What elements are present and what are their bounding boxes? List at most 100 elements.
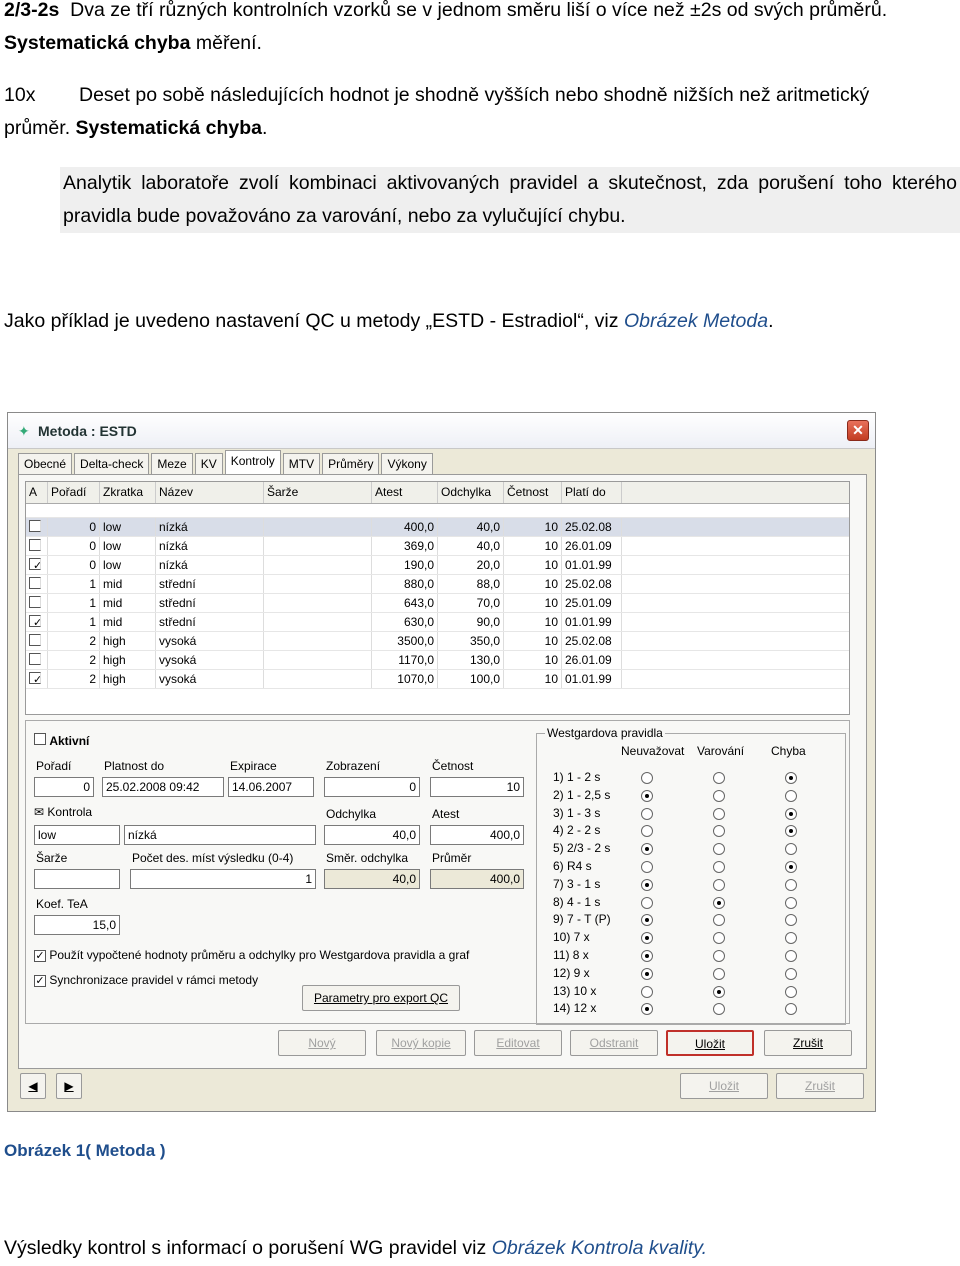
- table-row[interactable]: 1 mid střední 643,0 70,0 10 25.01.09: [26, 594, 849, 613]
- rule-radio[interactable]: [641, 861, 653, 873]
- export-qc-button[interactable]: Parametry pro export QC: [302, 985, 460, 1011]
- tab-0[interactable]: Obecné: [18, 453, 73, 475]
- rule-radio[interactable]: [785, 878, 797, 891]
- koef-field[interactable]: 15,0: [34, 915, 120, 935]
- rule-radio[interactable]: [713, 789, 725, 802]
- rule-radio[interactable]: [641, 825, 653, 838]
- table-row[interactable]: ✓ 1midstřední 630,090,01001.01.99: [26, 613, 849, 632]
- tab-7[interactable]: Výkony: [381, 453, 433, 475]
- rule-radio[interactable]: [713, 772, 725, 784]
- rule-radio[interactable]: [641, 914, 653, 927]
- rule-radio[interactable]: [713, 878, 725, 891]
- table-row[interactable]: 0 low nízká 400,0 40,0 10 25.02.08: [26, 518, 849, 537]
- column-header[interactable]: Název: [156, 482, 264, 503]
- tab-1[interactable]: Delta-check: [74, 453, 150, 475]
- active-checkbox[interactable]: ✓: [29, 558, 41, 570]
- new-copy-button[interactable]: Nový kopie: [376, 1030, 466, 1056]
- table-row[interactable]: ✓ 2highvysoká 1070,0100,01001.01.99: [26, 670, 849, 689]
- column-header[interactable]: Platí do: [562, 482, 622, 503]
- rule-radio[interactable]: [713, 861, 725, 873]
- cancel-button[interactable]: Zrušit: [764, 1030, 852, 1056]
- column-header[interactable]: Četnost: [504, 482, 562, 503]
- rule-radio[interactable]: [713, 914, 725, 927]
- aktivni-checkbox[interactable]: Aktivní: [34, 733, 89, 748]
- rule-radio[interactable]: [713, 825, 725, 838]
- rule-radio[interactable]: [641, 896, 653, 909]
- rule-radio[interactable]: [785, 985, 797, 998]
- column-header[interactable]: Odchylka: [438, 482, 504, 503]
- rule-radio[interactable]: [785, 807, 797, 820]
- sync-rules-checkbox[interactable]: ✓ Synchronizace pravidel v rámci metody: [34, 973, 258, 987]
- active-checkbox[interactable]: [29, 520, 41, 532]
- rule-radio[interactable]: [785, 843, 797, 856]
- sarze-field[interactable]: [34, 869, 120, 889]
- column-header[interactable]: Zkratka: [100, 482, 156, 503]
- pocet-field[interactable]: 1: [130, 869, 316, 889]
- expirace-field[interactable]: 14.06.2007: [228, 777, 314, 797]
- rule-radio[interactable]: [785, 789, 797, 802]
- atest-field[interactable]: 400,0: [430, 825, 524, 845]
- figure-link[interactable]: Obrázek Kontrola kvality.: [492, 1237, 707, 1259]
- rule-radio[interactable]: [641, 967, 653, 980]
- rule-radio[interactable]: [641, 950, 653, 962]
- active-checkbox[interactable]: [29, 634, 41, 646]
- table-row[interactable]: 1 mid střední 880,0 88,0 10 25.02.08: [26, 575, 849, 594]
- column-header[interactable]: A: [26, 482, 48, 503]
- use-computed-checkbox[interactable]: ✓ Použít vypočtené hodnoty průměru a odc…: [34, 948, 469, 962]
- rule-radio[interactable]: [641, 1003, 653, 1016]
- active-checkbox[interactable]: [29, 577, 41, 589]
- rule-radio[interactable]: [713, 932, 725, 945]
- rule-radio[interactable]: [641, 843, 653, 856]
- tab-6[interactable]: Průměry: [322, 453, 380, 475]
- rule-radio[interactable]: [641, 789, 653, 802]
- rule-radio[interactable]: [785, 896, 797, 909]
- cancel-button-bottom[interactable]: Zrušit: [776, 1073, 864, 1099]
- zobrazeni-field[interactable]: 0: [324, 777, 420, 797]
- active-checkbox[interactable]: ✓: [29, 672, 41, 684]
- table-row[interactable]: 0 low nízká 369,0 40,0 10 26.01.09: [26, 537, 849, 556]
- rule-radio[interactable]: [713, 843, 725, 856]
- new-button[interactable]: Nový: [278, 1030, 366, 1056]
- active-checkbox[interactable]: [29, 653, 41, 665]
- rule-radio[interactable]: [641, 807, 653, 820]
- cetnost-field[interactable]: 10: [430, 777, 524, 797]
- odchylka-field[interactable]: 40,0: [324, 825, 420, 845]
- rule-radio[interactable]: [785, 967, 797, 980]
- rule-radio[interactable]: [785, 825, 797, 838]
- rule-radio[interactable]: [713, 896, 725, 909]
- edit-button[interactable]: Editovat: [474, 1030, 562, 1056]
- next-icon[interactable]: ▶: [56, 1073, 82, 1099]
- rule-radio[interactable]: [785, 932, 797, 945]
- column-header[interactable]: Atest: [372, 482, 438, 503]
- rule-radio[interactable]: [785, 914, 797, 927]
- poradi-field[interactable]: 0: [34, 777, 94, 797]
- table-row[interactable]: 2 high vysoká 1170,0 130,0 10 26.01.09: [26, 651, 849, 670]
- active-checkbox[interactable]: [29, 539, 41, 551]
- figure-link[interactable]: Obrázek Metoda: [624, 310, 768, 332]
- tab-5[interactable]: MTV: [282, 453, 321, 475]
- tab-4[interactable]: Kontroly: [224, 450, 281, 474]
- platnost-field[interactable]: 25.02.2008 09:42: [102, 777, 224, 797]
- rule-radio[interactable]: [785, 950, 797, 962]
- rule-radio[interactable]: [713, 950, 725, 962]
- prev-icon[interactable]: ◀: [20, 1073, 46, 1099]
- kontrola-name-field[interactable]: nízká: [124, 825, 316, 845]
- rule-radio[interactable]: [785, 772, 797, 784]
- delete-button[interactable]: Odstranit: [570, 1030, 658, 1056]
- table-row[interactable]: 2 high vysoká 3500,0 350,0 10 25.02.08: [26, 632, 849, 651]
- rule-radio[interactable]: [641, 878, 653, 891]
- tab-3[interactable]: KV: [194, 453, 223, 475]
- kontrola-code-field[interactable]: low: [34, 825, 120, 845]
- active-checkbox[interactable]: [29, 596, 41, 608]
- save-button[interactable]: Uložit: [666, 1030, 754, 1056]
- save-button-bottom[interactable]: Uložit: [680, 1073, 768, 1099]
- rule-radio[interactable]: [641, 772, 653, 784]
- rule-radio[interactable]: [713, 985, 725, 998]
- tab-2[interactable]: Meze: [151, 453, 193, 475]
- rule-radio[interactable]: [641, 985, 653, 998]
- rule-radio[interactable]: [713, 807, 725, 820]
- rule-radio[interactable]: [785, 1003, 797, 1016]
- column-header[interactable]: Šarže: [264, 482, 372, 503]
- column-header[interactable]: Pořadí: [48, 482, 100, 503]
- rule-radio[interactable]: [641, 932, 653, 945]
